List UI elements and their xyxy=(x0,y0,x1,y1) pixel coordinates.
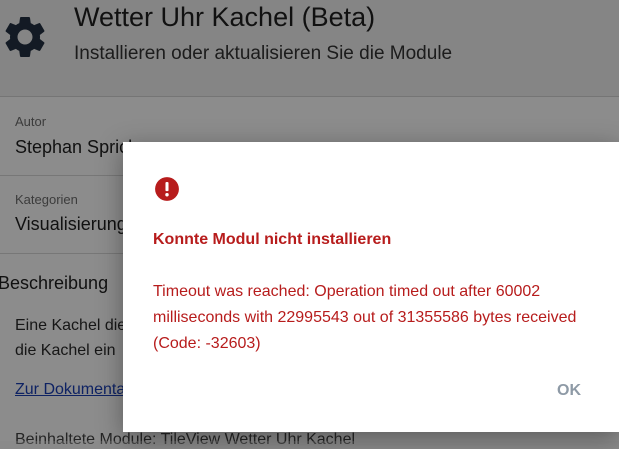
dialog-message: Timeout was reached: Operation timed out… xyxy=(153,283,577,352)
ok-button[interactable]: OK xyxy=(549,378,589,404)
dialog-title: Konnte Modul nicht installieren xyxy=(153,231,392,248)
error-icon xyxy=(155,177,179,201)
error-dialog: Konnte Modul nicht installieren Timeout … xyxy=(123,142,619,432)
